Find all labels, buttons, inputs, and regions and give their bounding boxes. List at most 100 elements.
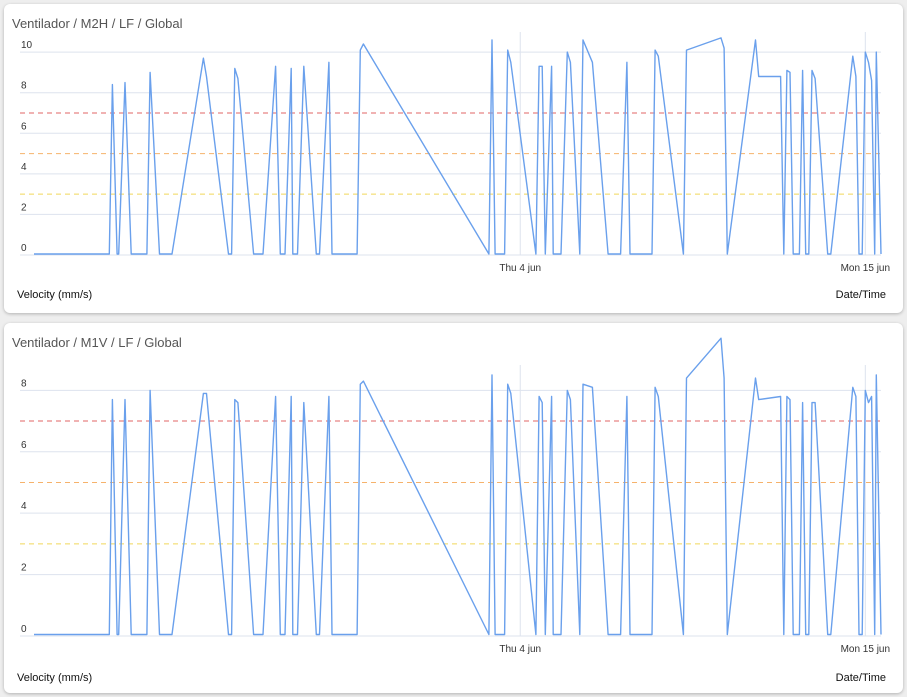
series-line — [34, 337, 882, 636]
data-point — [758, 76, 759, 77]
data-point — [146, 253, 147, 254]
data-point — [783, 253, 784, 254]
data-point — [491, 374, 492, 375]
x-tick-label: Thu 4 jun — [499, 263, 541, 274]
data-point — [507, 50, 508, 51]
data-point — [626, 62, 627, 63]
data-point — [862, 253, 863, 254]
data-point — [683, 253, 684, 254]
data-point — [159, 634, 160, 635]
data-point — [228, 634, 229, 635]
data-point — [780, 396, 781, 397]
data-point — [316, 634, 317, 635]
y-tick-label: 8 — [21, 81, 27, 92]
data-point — [579, 253, 580, 254]
data-point — [507, 384, 508, 385]
data-point — [874, 253, 875, 254]
data-point — [363, 43, 364, 44]
data-point — [284, 253, 285, 254]
data-point — [786, 70, 787, 71]
data-point — [206, 393, 207, 394]
data-point — [629, 634, 630, 635]
data-point — [363, 381, 364, 382]
data-point — [297, 634, 298, 635]
data-point — [535, 253, 536, 254]
data-point — [234, 68, 235, 69]
data-point — [799, 634, 800, 635]
data-point — [865, 52, 866, 53]
y-tick-label: 4 — [21, 501, 27, 512]
data-point — [331, 253, 332, 254]
data-point — [112, 399, 113, 400]
data-point — [724, 48, 725, 49]
data-point — [868, 62, 869, 63]
data-point — [291, 396, 292, 397]
data-point — [510, 393, 511, 394]
data-point — [347, 634, 348, 635]
data-point — [793, 634, 794, 635]
data-point — [275, 396, 276, 397]
line-chart-m1v[interactable]: 0 2 4 6 8 Thu 4 jun Mon 15 jun — [4, 323, 903, 693]
y-tick-label: 0 — [21, 243, 27, 254]
data-point — [237, 78, 238, 79]
data-point — [620, 634, 621, 635]
data-point — [491, 39, 492, 40]
data-point — [830, 253, 831, 254]
y-axis-label: Velocity (mm/s) — [17, 672, 93, 684]
data-point — [253, 253, 254, 254]
data-point — [727, 253, 728, 254]
data-point — [651, 253, 652, 254]
data-point — [620, 253, 621, 254]
data-point — [328, 396, 329, 397]
data-point — [720, 338, 721, 339]
chart-card-m2h: Ventilador / M2H / LF / Global 0 2 4 6 8 10 Th… — [4, 4, 903, 313]
data-point — [338, 253, 339, 254]
data-point — [545, 253, 546, 254]
data-point — [303, 66, 304, 67]
data-point — [297, 253, 298, 254]
data-point — [292, 634, 293, 635]
data-point — [608, 253, 609, 254]
data-point — [539, 66, 540, 67]
data-point — [858, 634, 859, 635]
y-tick-label: 8 — [21, 378, 27, 389]
data-point — [203, 393, 204, 394]
data-point — [488, 253, 489, 254]
data-point — [539, 396, 540, 397]
x-tick-label: Mon 15 jun — [841, 644, 890, 655]
data-point — [805, 634, 806, 635]
data-point — [551, 66, 552, 67]
data-point — [579, 634, 580, 635]
y-tick-label: 2 — [21, 563, 27, 574]
data-point — [852, 387, 853, 388]
data-point — [112, 84, 113, 85]
data-point — [504, 634, 505, 635]
data-point — [780, 76, 781, 77]
data-point — [124, 82, 125, 83]
data-point — [815, 78, 816, 79]
data-point — [868, 402, 869, 403]
data-point — [357, 634, 358, 635]
data-point — [658, 56, 659, 57]
data-point — [582, 384, 583, 385]
data-point — [827, 253, 828, 254]
data-point — [799, 253, 800, 254]
data-point — [109, 253, 110, 254]
data-point — [171, 634, 172, 635]
y-tick-label: 6 — [21, 440, 27, 451]
data-point — [651, 634, 652, 635]
data-point — [316, 253, 317, 254]
data-point — [545, 634, 546, 635]
data-point — [118, 253, 119, 254]
data-point — [159, 253, 160, 254]
line-chart-m2h[interactable]: 0 2 4 6 8 10 Thu 4 jun Mon 15 jun — [4, 4, 903, 313]
data-point — [789, 399, 790, 400]
data-point — [275, 66, 276, 67]
data-point — [582, 39, 583, 40]
data-point — [871, 396, 872, 397]
data-point — [858, 253, 859, 254]
data-point — [855, 396, 856, 397]
data-point — [720, 37, 721, 38]
data-point — [567, 52, 568, 53]
data-point — [876, 52, 877, 53]
